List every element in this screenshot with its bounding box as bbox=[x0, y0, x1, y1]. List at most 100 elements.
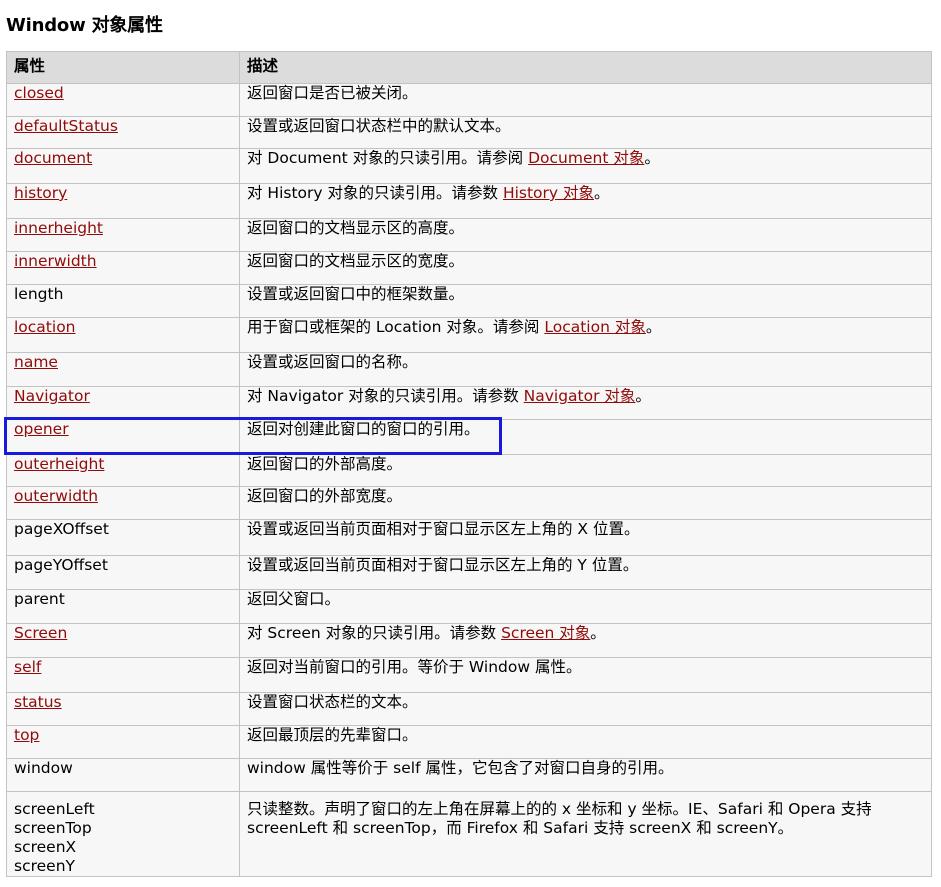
description-text: 设置窗口状态栏的文本。 bbox=[247, 693, 418, 711]
property-link-history[interactable]: history bbox=[14, 184, 67, 202]
property-cell: top bbox=[6, 725, 240, 759]
table-row: pageXOffset 设置或返回当前页面相对于窗口显示区左上角的 X 位置。 bbox=[6, 519, 932, 556]
property-link-navigator[interactable]: Navigator bbox=[14, 387, 90, 405]
description-text: 返回父窗口。 bbox=[247, 590, 341, 608]
description-text: 设置或返回窗口中的框架数量。 bbox=[247, 285, 465, 303]
property-cell: self bbox=[6, 657, 240, 693]
description-text: 返回窗口的文档显示区的高度。 bbox=[247, 219, 465, 237]
header-property: 属性 bbox=[6, 51, 240, 84]
description-cell: 对 Screen 对象的只读引用。请参数 Screen 对象。 bbox=[239, 623, 932, 658]
property-name: pageXOffset bbox=[14, 520, 109, 538]
object-reference-link[interactable]: History 对象 bbox=[503, 184, 594, 202]
description-text: 。 bbox=[645, 318, 662, 336]
property-cell: defaultStatus bbox=[6, 116, 240, 149]
property-link-self[interactable]: self bbox=[14, 658, 41, 676]
description-cell: 返回窗口的文档显示区的高度。 bbox=[239, 218, 932, 252]
property-name: length bbox=[14, 285, 64, 303]
property-cell: pageXOffset bbox=[6, 519, 240, 556]
property-name: screenX bbox=[14, 838, 77, 856]
description-text: 返回最顶层的先辈窗口。 bbox=[247, 726, 418, 744]
property-name: screenLeft bbox=[14, 800, 95, 818]
description-text: 。 bbox=[594, 184, 610, 202]
table-body: closed 返回窗口是否已被关闭。 defaultStatus 设置或返回窗口状态栏… bbox=[6, 83, 932, 877]
property-cell: Navigator bbox=[6, 386, 240, 420]
description-cell: 返回窗口是否已被关闭。 bbox=[239, 83, 932, 117]
table-row: pageYOffset 设置或返回当前页面相对于窗口显示区左上角的 Y 位置。 bbox=[6, 555, 932, 590]
property-link-document[interactable]: document bbox=[14, 149, 92, 167]
description-cell: 返回父窗口。 bbox=[239, 589, 932, 624]
property-link-name[interactable]: name bbox=[14, 353, 58, 371]
table-row: history 对 History 对象的只读引用。请参数 History 对象。 bbox=[6, 183, 932, 219]
table-row: self 返回对当前窗口的引用。等价于 Window 属性。 bbox=[6, 657, 932, 693]
description-cell: 设置窗口状态栏的文本。 bbox=[239, 692, 932, 726]
description-cell: 对 Navigator 对象的只读引用。请参数 Navigator 对象。 bbox=[239, 386, 932, 420]
property-cell: outerheight bbox=[6, 454, 240, 487]
description-cell: 对 Document 对象的只读引用。请参阅 Document 对象。 bbox=[239, 148, 932, 184]
property-name: screenTop bbox=[14, 819, 92, 837]
property-link-opener[interactable]: opener bbox=[14, 420, 69, 438]
property-cell: Screen bbox=[6, 623, 240, 658]
property-cell: length bbox=[6, 284, 240, 318]
description-cell: 对 History 对象的只读引用。请参数 History 对象。 bbox=[239, 183, 932, 219]
property-link-defaultstatus[interactable]: defaultStatus bbox=[14, 117, 118, 135]
property-link-innerheight[interactable]: innerheight bbox=[14, 219, 103, 237]
property-cell: history bbox=[6, 183, 240, 219]
description-text: 返回窗口是否已被关闭。 bbox=[247, 84, 418, 102]
description-text: 设置或返回窗口的名称。 bbox=[247, 353, 418, 371]
property-name: pageYOffset bbox=[14, 556, 108, 574]
object-reference-link[interactable]: Document 对象 bbox=[528, 149, 644, 167]
property-cell: window bbox=[6, 758, 240, 792]
description-text: 返回窗口的外部高度。 bbox=[247, 455, 403, 473]
property-link-screen[interactable]: Screen bbox=[14, 624, 67, 642]
property-link-innerwidth[interactable]: innerwidth bbox=[14, 252, 97, 270]
table-row: Screen 对 Screen 对象的只读引用。请参数 Screen 对象。 bbox=[6, 623, 932, 658]
property-name: parent bbox=[14, 590, 65, 608]
description-text: window 属性等价于 self 属性，它包含了对窗口自身的引用。 bbox=[247, 759, 674, 777]
description-text: 对 History 对象的只读引用。请参数 bbox=[247, 184, 503, 202]
property-link-top[interactable]: top bbox=[14, 726, 39, 744]
description-cell: 返回窗口的文档显示区的宽度。 bbox=[239, 251, 932, 285]
table-header-row: 属性 描述 bbox=[6, 51, 932, 84]
property-cell: innerwidth bbox=[6, 251, 240, 285]
property-name: screenY bbox=[14, 857, 75, 875]
description-text: 对 Screen 对象的只读引用。请参数 bbox=[247, 624, 502, 642]
description-text: 。 bbox=[590, 624, 606, 642]
description-text: 返回对当前窗口的引用。等价于 Window 属性。 bbox=[247, 658, 582, 676]
description-cell: 返回窗口的外部宽度。 bbox=[239, 486, 932, 520]
table-row: Navigator 对 Navigator 对象的只读引用。请参数 Navigat… bbox=[6, 386, 932, 420]
table-row: top 返回最顶层的先辈窗口。 bbox=[6, 725, 932, 759]
property-cell: document bbox=[6, 148, 240, 184]
properties-table: 属性 描述 closed 返回窗口是否已被关闭。 defaultStatus 设置或返… bbox=[6, 51, 932, 877]
table-row: status 设置窗口状态栏的文本。 bbox=[6, 692, 932, 726]
property-link-outerwidth[interactable]: outerwidth bbox=[14, 487, 98, 505]
description-cell: 用于窗口或框架的 Location 对象。请参阅 Location 对象。 bbox=[239, 317, 932, 353]
object-reference-link[interactable]: Navigator 对象 bbox=[524, 387, 636, 405]
property-link-location[interactable]: location bbox=[14, 318, 76, 336]
object-reference-link[interactable]: Screen 对象 bbox=[501, 624, 590, 642]
property-link-outerheight[interactable]: outerheight bbox=[14, 455, 104, 473]
property-cell: closed bbox=[6, 83, 240, 117]
property-cell: status bbox=[6, 692, 240, 726]
table-row: innerheight 返回窗口的文档显示区的高度。 bbox=[6, 218, 932, 252]
property-link-closed[interactable]: closed bbox=[14, 84, 64, 102]
table-row: closed 返回窗口是否已被关闭。 bbox=[6, 83, 932, 117]
description-text: 返回窗口的外部宽度。 bbox=[247, 487, 403, 505]
header-description: 描述 bbox=[239, 51, 932, 84]
property-cell: outerwidth bbox=[6, 486, 240, 520]
description-cell: window 属性等价于 self 属性，它包含了对窗口自身的引用。 bbox=[239, 758, 932, 792]
table-row: parent 返回父窗口。 bbox=[6, 589, 932, 624]
description-text: 只读整数。声明了窗口的左上角在屏幕上的的 x 坐标和 y 坐标。IE、Safar… bbox=[247, 800, 872, 837]
description-cell: 设置或返回当前页面相对于窗口显示区左上角的 X 位置。 bbox=[239, 519, 932, 556]
property-link-status[interactable]: status bbox=[14, 693, 62, 711]
description-cell: 返回对当前窗口的引用。等价于 Window 属性。 bbox=[239, 657, 932, 693]
description-cell: 设置或返回窗口状态栏中的默认文本。 bbox=[239, 116, 932, 149]
table-row: document 对 Document 对象的只读引用。请参阅 Document … bbox=[6, 148, 932, 184]
description-text: 设置或返回当前页面相对于窗口显示区左上角的 X 位置。 bbox=[247, 520, 640, 538]
description-text: 用于窗口或框架的 Location 对象。请参阅 bbox=[247, 318, 545, 336]
object-reference-link[interactable]: Location 对象 bbox=[544, 318, 645, 336]
description-text: 对 Navigator 对象的只读引用。请参数 bbox=[247, 387, 524, 405]
property-cell: name bbox=[6, 352, 240, 387]
description-cell: 设置或返回窗口中的框架数量。 bbox=[239, 284, 932, 318]
page-title: Window 对象属性 bbox=[6, 15, 163, 36]
description-text: 对 Document 对象的只读引用。请参阅 bbox=[247, 149, 529, 167]
